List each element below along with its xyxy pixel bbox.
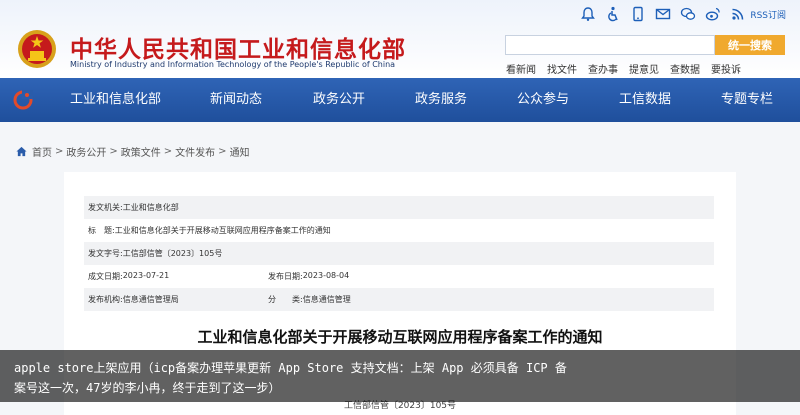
nav-item-ministry[interactable]: 工业和信息化部: [70, 78, 161, 122]
nav-item-gov-affairs[interactable]: 政务公开: [313, 78, 365, 122]
quick-link-feedback[interactable]: 提意见: [629, 61, 659, 76]
office-value: 信息通信管理局: [122, 295, 179, 304]
home-icon: [16, 146, 27, 157]
mobile-icon[interactable]: [630, 6, 646, 22]
issuer-value: 工业和信息化部: [122, 203, 179, 212]
quick-link-files[interactable]: 找文件: [547, 61, 577, 76]
ministry-logo-icon[interactable]: [13, 90, 33, 110]
quick-links: 看新闻 找文件 查办事 提意见 查数据 要投诉: [506, 61, 741, 76]
breadcrumb-separator: >: [109, 146, 118, 157]
rss-subscribe-link[interactable]: RSS订阅: [750, 8, 786, 21]
subject-value: 工业和信息化部关于开展移动互联网应用程序备案工作的通知: [114, 226, 331, 235]
breadcrumb-separator: >: [163, 146, 173, 157]
meta-row-subject: 标 题: 工业和信息化部关于开展移动互联网应用程序备案工作的通知: [84, 219, 714, 242]
breadcrumb-separator: >: [218, 146, 227, 157]
breadcrumb-policy-files[interactable]: 政策文件: [121, 144, 161, 159]
breadcrumb-notice[interactable]: 通知: [230, 144, 250, 159]
breadcrumb-gov-affairs[interactable]: 政务公开: [66, 144, 106, 159]
bell-icon[interactable]: [580, 6, 596, 22]
site-subtitle: Ministry of Industry and Information Tec…: [70, 60, 396, 69]
caption-overlay: apple store上架应用（icp备案办理苹果更新 App Store 支持…: [0, 350, 800, 402]
created-date-label: 成文日期:: [88, 272, 123, 281]
category-label: 分 类:: [268, 295, 303, 304]
wechat-icon[interactable]: [680, 6, 696, 22]
quick-link-services[interactable]: 查办事: [588, 61, 618, 76]
search-input[interactable]: [505, 35, 715, 55]
top-utility-bar: RSS订阅: [580, 6, 786, 22]
doc-number-value: 工信部信管〔2023〕105号: [122, 249, 223, 258]
meta-row-issuer: 发文机关: 工业和信息化部: [84, 196, 714, 219]
national-emblem-logo[interactable]: [17, 27, 57, 71]
nav-item-data[interactable]: 工信数据: [619, 78, 671, 122]
nav-item-public-participation[interactable]: 公众参与: [517, 78, 569, 122]
published-date-value: 2023-08-04: [302, 271, 350, 280]
quick-link-complaint[interactable]: 要投诉: [711, 61, 741, 76]
rss-icon[interactable]: [730, 6, 746, 22]
quick-link-data[interactable]: 查数据: [670, 61, 700, 76]
unified-search-button[interactable]: 统一搜索: [715, 35, 785, 55]
meta-row-office: 发布机构: 信息通信管理局 分 类: 信息通信管理: [84, 288, 714, 311]
subject-label: 标 题:: [88, 226, 115, 235]
nav-item-news[interactable]: 新闻动态: [210, 78, 262, 122]
site-title[interactable]: 中华人民共和国工业和信息化部: [70, 30, 406, 64]
mail-icon[interactable]: [655, 6, 671, 22]
weibo-icon[interactable]: [705, 6, 721, 22]
meta-row-dates: 成文日期: 2023-07-21 发布日期: 2023-08-04: [84, 265, 714, 288]
breadcrumb-separator: >: [55, 146, 64, 157]
breadcrumb: 首页 > 政务公开 > 政策文件 > 文件发布 > 通知: [16, 144, 250, 159]
created-date-cell: 成文日期: 2023-07-21: [84, 271, 264, 282]
nav-item-gov-services[interactable]: 政务服务: [415, 78, 467, 122]
main-nav: 工业和信息化部 新闻动态 政务公开 政务服务 公众参与 工信数据 专题专栏: [0, 78, 800, 122]
issuer-label: 发文机关:: [88, 203, 123, 212]
published-date-label: 发布日期:: [268, 272, 303, 281]
accessibility-icon[interactable]: [605, 6, 621, 22]
nav-item-special-topics[interactable]: 专题专栏: [721, 78, 773, 122]
category-cell: 分 类: 信息通信管理: [264, 294, 351, 305]
breadcrumb-home[interactable]: 首页: [32, 144, 52, 159]
category-value: 信息通信管理: [302, 295, 351, 304]
document-meta-table: 发文机关: 工业和信息化部 标 题: 工业和信息化部关于开展移动互联网应用程序备…: [84, 196, 714, 311]
office-cell: 发布机构: 信息通信管理局: [84, 294, 264, 305]
quick-link-news[interactable]: 看新闻: [506, 61, 536, 76]
published-date-cell: 发布日期: 2023-08-04: [264, 271, 349, 282]
caption-text: apple store上架应用（icp备案办理苹果更新 App Store 支持…: [14, 361, 567, 395]
office-label: 发布机构:: [88, 295, 123, 304]
created-date-value: 2023-07-21: [122, 271, 170, 280]
document-title: 工业和信息化部关于开展移动互联网应用程序备案工作的通知: [197, 328, 603, 346]
site-header: 中华人民共和国工业和信息化部 Ministry of Industry and …: [0, 0, 800, 78]
breadcrumb-file-release[interactable]: 文件发布: [175, 144, 215, 159]
meta-row-doc-number: 发文字号: 工信部信管〔2023〕105号: [84, 242, 714, 265]
doc-number-label: 发文字号:: [88, 249, 123, 258]
